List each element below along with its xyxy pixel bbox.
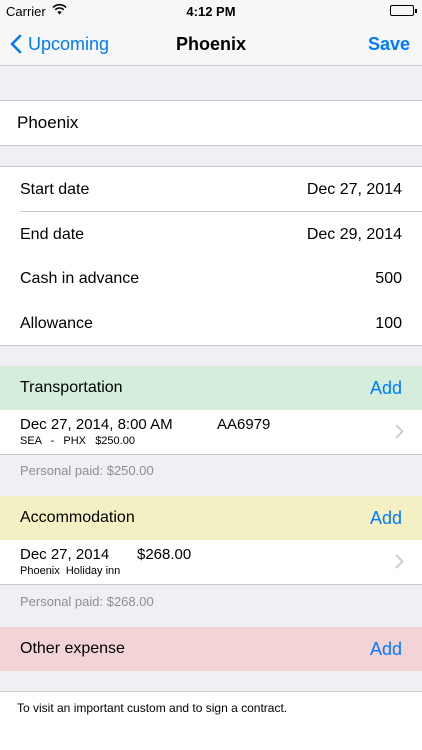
transportation-route: SEA - PHX $250.00 [20,435,135,447]
trip-name-input[interactable] [0,101,422,145]
accommodation-place: Phoenix Holiday inn [20,565,121,577]
battery-icon [390,5,417,16]
end-date-label: End date [20,225,85,243]
back-button[interactable]: Upcoming [10,22,109,66]
transportation-personal-paid: Personal paid: $250.00 [20,463,154,478]
allowance-value: 100 [375,314,402,332]
accommodation-header: Accommodation Add [0,496,422,540]
chevron-left-icon [10,34,22,54]
transportation-item[interactable]: Dec 27, 2014, 8:00 AM AA6979 SEA - PHX $… [0,410,422,454]
start-date-row[interactable]: Start date Dec 27, 2014 [0,167,422,212]
transportation-flight-number: AA6979 [217,416,271,433]
separator [0,145,422,146]
allowance-row[interactable]: Allowance 100 [0,301,422,346]
allowance-label: Allowance [20,314,93,332]
transportation-header: Transportation Add [0,366,422,410]
accommodation-amount: $268.00 [137,546,192,563]
add-other-expense-button[interactable]: Add [370,639,402,660]
add-transportation-button[interactable]: Add [370,378,402,399]
other-expense-title: Other expense [20,640,125,657]
separator [0,584,422,585]
transportation-datetime: Dec 27, 2014, 8:00 AM [20,416,173,433]
chevron-right-icon [395,554,404,569]
accommodation-personal-paid: Personal paid: $268.00 [20,594,154,609]
navigation-bar: Upcoming Phoenix Save [0,22,422,66]
end-date-row[interactable]: End date Dec 29, 2014 [0,212,422,257]
separator [0,345,422,346]
save-button[interactable]: Save [368,22,410,66]
trip-note[interactable]: To visit an important custom and to sign… [0,692,422,750]
cash-in-advance-label: Cash in advance [20,269,140,287]
accommodation-date: Dec 27, 2014 [20,546,110,563]
end-date-value: Dec 29, 2014 [306,225,402,243]
start-date-value: Dec 27, 2014 [306,180,402,198]
accommodation-item[interactable]: Dec 27, 2014 $268.00 Phoenix Holiday inn [0,540,422,584]
other-expense-header: Other expense Add [0,627,422,671]
separator [0,454,422,455]
cash-in-advance-row[interactable]: Cash in advance 500 [0,256,422,301]
transportation-title: Transportation [20,379,123,396]
cash-in-advance-value: 500 [375,269,402,287]
start-date-label: Start date [20,180,90,198]
back-button-label: Upcoming [28,33,110,54]
chevron-right-icon [395,424,404,439]
accommodation-title: Accommodation [20,509,135,526]
status-time: 4:12 PM [186,4,236,19]
status-bar: Carrier 4:12 PM [0,0,422,22]
add-accommodation-button[interactable]: Add [370,508,402,529]
